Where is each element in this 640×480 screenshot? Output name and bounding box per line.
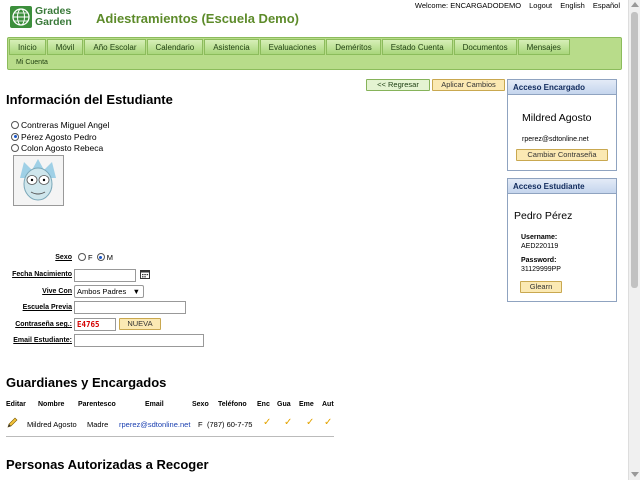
guardian-nombre: Mildred Agosto <box>27 420 77 429</box>
guardian-telefono: (787) 60-7-75 <box>207 420 253 429</box>
fecha-label: Fecha Nacimiento <box>12 271 72 278</box>
row-divider <box>6 436 334 437</box>
nav-mensajes[interactable]: Mensajes <box>517 39 570 55</box>
nav-mi-cuenta[interactable]: Mi Cuenta <box>16 59 48 66</box>
logo-line2: Garden <box>35 15 72 28</box>
guardian-sexo: F <box>198 420 203 429</box>
globe-icon <box>10 6 32 28</box>
vive-con-value: Ambos Padres <box>77 287 127 296</box>
scroll-up-icon[interactable] <box>631 2 639 7</box>
col-editar: Editar <box>6 401 26 408</box>
logout-link[interactable]: Logout <box>529 1 552 10</box>
main-nav: Inicio Móvil Año Escolar Calendario Asis… <box>7 37 622 70</box>
radio-icon[interactable] <box>11 144 19 152</box>
vive-con-select[interactable]: Ambos Padres ▼ <box>74 285 144 298</box>
radio-f-icon[interactable] <box>78 253 86 261</box>
grades-garden-logo[interactable]: Grades Garden <box>10 6 86 28</box>
page-title: Adiestramientos (Escuela Demo) <box>96 11 300 26</box>
pencil-icon[interactable] <box>7 417 18 428</box>
col-nombre: Nombre <box>38 401 65 408</box>
back-button[interactable]: << Regresar <box>366 79 430 91</box>
check-icon: ✓ <box>306 417 315 428</box>
contrasena-label: Contraseña seg.: <box>15 321 72 328</box>
acceso-encargado-panel: Acceso Encargado Mildred Agosto rperez@s… <box>507 79 617 171</box>
welcome-text: Welcome: ENCARGADODEMO <box>414 1 522 10</box>
escuela-previa-input[interactable] <box>74 301 186 314</box>
student-name: Pérez Agosto Pedro <box>21 131 97 142</box>
col-parentesco: Parentesco <box>78 401 116 408</box>
logo-text: Grades Garden <box>35 6 72 27</box>
username-value: AED220119 <box>521 243 559 250</box>
english-link[interactable]: English <box>560 1 585 10</box>
apply-changes-button[interactable]: Aplicar Cambios <box>432 79 505 91</box>
logo-line1: Grades <box>35 5 72 17</box>
check-icon: ✓ <box>324 417 333 428</box>
recoger-heading: Personas Autorizadas a Recoger <box>6 457 209 472</box>
vertical-scrollbar[interactable] <box>628 0 640 480</box>
guardians-heading: Guardianes y Encargados <box>6 375 167 390</box>
nav-ano-escolar[interactable]: Año Escolar <box>84 39 146 55</box>
radio-icon[interactable] <box>11 121 19 129</box>
sexo-f-label: F <box>88 253 93 262</box>
nueva-button[interactable]: NUEVA <box>119 318 161 330</box>
espanol-link[interactable]: Español <box>593 1 620 10</box>
nav-movil[interactable]: Móvil <box>46 39 84 55</box>
scroll-thumb[interactable] <box>631 12 638 288</box>
student-name: Contreras Miguel Angel <box>21 120 110 130</box>
email-estudiante-input[interactable] <box>74 334 204 347</box>
col-eme: Eme <box>299 401 314 408</box>
top-links: Welcome: ENCARGADODEMO Logout English Es… <box>415 1 620 10</box>
estudiante-name: Pedro Pérez <box>514 210 573 222</box>
radio-selected-icon[interactable] <box>11 132 19 141</box>
nav-evaluaciones[interactable]: Evaluaciones <box>259 39 326 55</box>
contrasena-value: E4765 <box>74 318 116 331</box>
student-info-heading: Información del Estudiante <box>6 92 173 107</box>
guardian-parentesco: Madre <box>87 420 109 429</box>
sexo-label: Sexo <box>55 254 72 261</box>
student-photo[interactable] <box>13 155 64 206</box>
acceso-estudiante-title: Acceso Estudiante <box>508 179 616 194</box>
scroll-down-icon[interactable] <box>631 472 639 477</box>
nav-inicio[interactable]: Inicio <box>9 39 46 55</box>
radio-m-icon[interactable] <box>96 253 105 261</box>
nav-demeritos[interactable]: Deméritos <box>326 39 381 55</box>
nav-estado-cuenta[interactable]: Estado Cuenta <box>381 39 453 55</box>
change-password-button[interactable]: Cambiar Contraseña <box>516 149 608 161</box>
col-sexo: Sexo <box>192 401 209 408</box>
vive-con-label: Vive Con <box>42 288 72 295</box>
guardian-email-link[interactable]: rperez@sdtonline.net <box>119 420 190 429</box>
username-label: Username: <box>521 234 558 241</box>
acceso-encargado-title: Acceso Encargado <box>508 80 616 95</box>
calendar-icon[interactable] <box>140 269 150 279</box>
col-aut: Aut <box>322 401 334 408</box>
student-option[interactable]: Colon Agosto Rebeca <box>11 143 109 155</box>
glearn-button[interactable]: Glearn <box>520 281 562 293</box>
sexo-m-label: M <box>106 253 114 262</box>
sexo-radios: F M <box>78 253 113 262</box>
escuela-previa-label: Escuela Previa <box>22 304 72 311</box>
nav-asistencia[interactable]: Asistencia <box>204 39 259 55</box>
fecha-input[interactable] <box>74 269 136 282</box>
nav-documentos[interactable]: Documentos <box>453 39 517 55</box>
check-icon: ✓ <box>263 417 272 428</box>
encargado-name: Mildred Agosto <box>522 112 592 124</box>
check-icon: ✓ <box>284 417 293 428</box>
col-enc: Enc <box>257 401 270 408</box>
col-email: Email <box>145 401 164 408</box>
student-option[interactable]: Pérez Agosto Pedro <box>11 132 109 144</box>
email-estudiante-label: Email Estudiante: <box>13 337 72 344</box>
student-option[interactable]: Contreras Miguel Angel <box>11 120 109 132</box>
nav-calendario[interactable]: Calendario <box>146 39 204 55</box>
avatar-icon <box>20 159 56 201</box>
acceso-estudiante-panel: Acceso Estudiante Pedro Pérez Username: … <box>507 178 617 302</box>
encargado-email: rperez@sdtonline.net <box>522 136 589 143</box>
chevron-down-icon: ▼ <box>132 287 140 296</box>
password-label: Password: <box>521 257 557 264</box>
student-name: Colon Agosto Rebeca <box>21 143 104 153</box>
col-gua: Gua <box>277 401 291 408</box>
col-telefono: Teléfono <box>218 401 247 408</box>
password-value: 31129999PP <box>521 266 561 273</box>
student-list: Contreras Miguel Angel Pérez Agosto Pedr… <box>11 120 109 155</box>
